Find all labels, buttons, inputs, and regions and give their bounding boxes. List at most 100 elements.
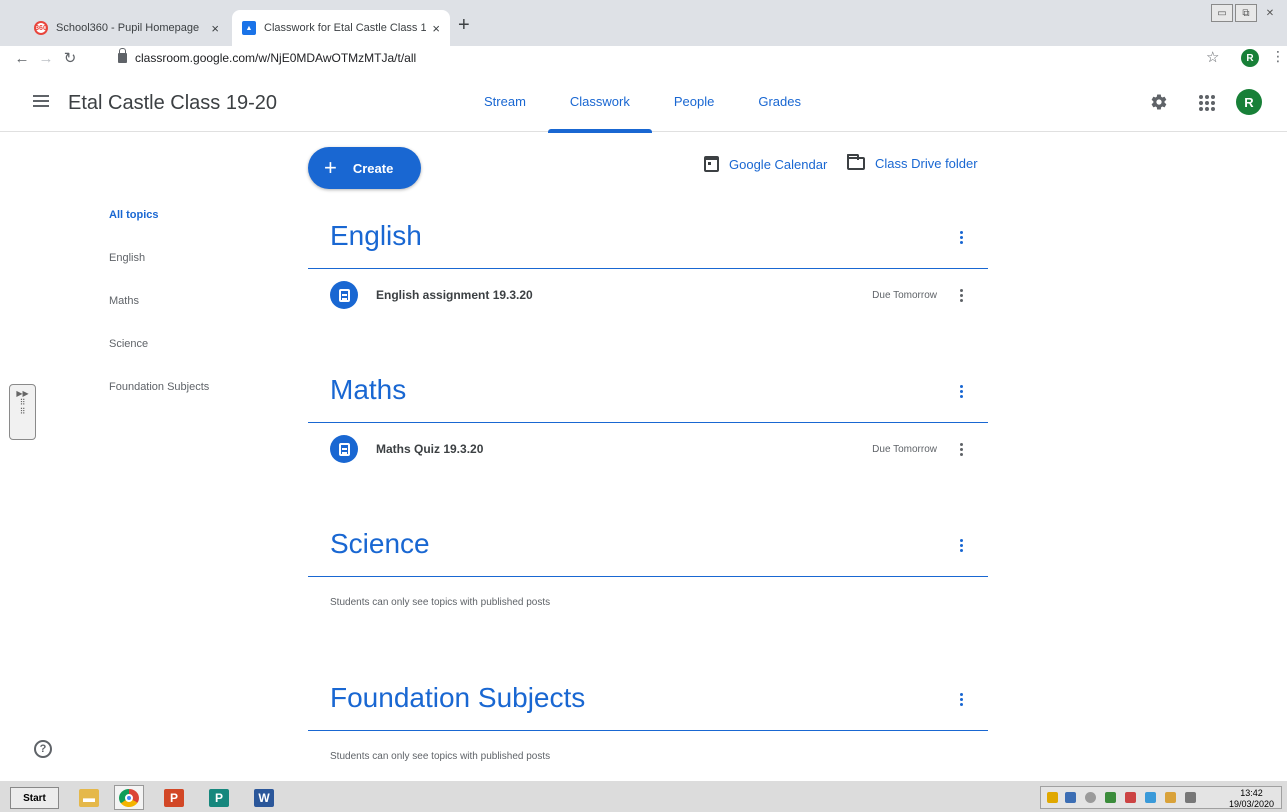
powerpoint-taskbar-icon[interactable]: P	[159, 785, 189, 810]
browser-profile-avatar[interactable]: R	[1241, 49, 1259, 67]
forward-arrow-icon[interactable]: →	[36, 50, 56, 67]
account-avatar[interactable]: R	[1236, 89, 1262, 115]
chrome-taskbar-icon[interactable]	[114, 785, 144, 810]
assignment-icon	[330, 281, 358, 309]
browser-tab-school360[interactable]: 360 School360 - Pupil Homepage ×	[24, 10, 229, 46]
windows-taskbar: Start ▬ P P W 13:42 19/03/2020	[0, 780, 1287, 812]
browser-tab-strip: 360 School360 - Pupil Homepage × ▲ Class…	[0, 0, 1287, 46]
word-taskbar-icon[interactable]: W	[249, 785, 279, 810]
assignment-row[interactable]: Maths Quiz 19.3.20 Due Tomorrow	[308, 423, 988, 479]
reload-icon[interactable]: ↻	[60, 49, 80, 67]
create-label: Create	[352, 160, 394, 176]
class-title[interactable]: Etal Castle Class 19-20	[68, 92, 277, 115]
topic-section-foundation: Foundation Subjects Students can only se…	[308, 670, 988, 762]
clock-date: 19/03/2020	[1229, 798, 1275, 809]
browser-menu-icon[interactable]: ⋮	[1271, 48, 1285, 65]
empty-topic-note: Students can only see topics with publis…	[330, 597, 551, 608]
volume-tray-icon[interactable]	[1085, 792, 1096, 803]
flag-tray-icon[interactable]	[1165, 792, 1176, 803]
topic-header: Foundation Subjects	[308, 670, 988, 731]
topic-link-all[interactable]: All topics	[109, 209, 209, 252]
display-tray-icon[interactable]	[1145, 792, 1156, 803]
topic-section-english: English English assignment 19.3.20 Due T…	[308, 208, 988, 325]
topic-more-icon[interactable]	[960, 693, 964, 706]
topic-more-icon[interactable]	[960, 539, 964, 552]
address-bar-row: ← → ↻ classroom.google.com/w/NjE0MDAwOTM…	[0, 46, 1287, 70]
bookmark-star-icon[interactable]: ☆	[1206, 48, 1219, 66]
due-date: Due Tomorrow	[872, 444, 937, 455]
topic-link-english[interactable]: English	[109, 252, 209, 295]
folder-icon	[847, 154, 865, 170]
calendar-icon	[704, 156, 719, 172]
back-arrow-icon[interactable]: ←	[12, 50, 32, 67]
assignment-title: Maths Quiz 19.3.20	[376, 442, 484, 456]
shield-tray-icon[interactable]	[1047, 792, 1058, 803]
topic-link-science[interactable]: Science	[109, 338, 209, 381]
tab-title: School360 - Pupil Homepage	[56, 22, 200, 34]
start-button[interactable]: Start	[10, 787, 59, 809]
classroom-header: Etal Castle Class 19-20 Stream Classwork…	[0, 70, 1287, 133]
topic-title: Science	[330, 528, 430, 559]
assignment-row[interactable]: English assignment 19.3.20 Due Tomorrow	[308, 269, 988, 325]
create-button[interactable]: + Create	[308, 147, 421, 189]
assignment-more-icon[interactable]	[960, 443, 964, 456]
restore-icon[interactable]: ⧉	[1235, 4, 1257, 22]
quiz-icon	[330, 435, 358, 463]
new-tab-button[interactable]: +	[458, 14, 470, 37]
school360-favicon-icon: 360	[34, 21, 48, 35]
network-tray-icon[interactable]	[1065, 792, 1076, 803]
plus-icon: +	[324, 155, 337, 180]
tab-classwork[interactable]: Classwork	[547, 70, 652, 133]
class-nav-tabs: Stream Classwork People Grades	[462, 70, 823, 133]
topic-header: Maths	[308, 362, 988, 423]
topic-link-foundation[interactable]: Foundation Subjects	[109, 381, 209, 424]
device-tray-icon[interactable]	[1185, 792, 1196, 803]
lock-icon	[118, 48, 127, 63]
tab-stream[interactable]: Stream	[462, 70, 548, 132]
classroom-favicon-icon: ▲	[242, 21, 256, 35]
topic-title: Maths	[330, 374, 407, 405]
publisher-taskbar-icon[interactable]: P	[204, 785, 234, 810]
topic-section-science: Science Students can only see topics wit…	[308, 516, 988, 608]
system-tray: 13:42 19/03/2020	[1040, 786, 1282, 809]
tab-grades[interactable]: Grades	[736, 70, 823, 132]
topic-header: English	[308, 208, 988, 269]
url-text: classroom.google.com/w/NjE0MDAwOTMzMTJa/…	[135, 51, 417, 65]
start-label: Start	[23, 792, 46, 804]
topic-title: English	[330, 220, 422, 251]
google-apps-icon[interactable]	[1199, 95, 1215, 111]
topic-link-maths[interactable]: Maths	[109, 295, 209, 338]
window-controls: ▭ ⧉ ✕	[1209, 4, 1281, 22]
assignment-title: English assignment 19.3.20	[376, 288, 533, 302]
topic-header: Science	[308, 516, 988, 577]
topic-more-icon[interactable]	[960, 385, 964, 398]
tool-tray-icon[interactable]	[1125, 792, 1136, 803]
settings-gear-icon[interactable]	[1150, 93, 1168, 111]
topic-title: Foundation Subjects	[330, 682, 586, 713]
minimize-icon[interactable]: ▭	[1211, 4, 1233, 22]
url-field[interactable]: classroom.google.com/w/NjE0MDAwOTMzMTJa/…	[88, 46, 1198, 70]
class-drive-folder-link[interactable]: Class Drive folder	[847, 154, 978, 171]
assignment-more-icon[interactable]	[960, 289, 964, 302]
topic-list: All topics English Maths Science Foundat…	[109, 209, 209, 424]
app-tray-icon[interactable]	[1105, 792, 1116, 803]
tab-close-icon[interactable]: ×	[211, 21, 219, 36]
file-explorer-taskbar-icon[interactable]: ▬	[74, 785, 104, 810]
google-calendar-link[interactable]: Google Calendar	[704, 156, 827, 172]
topic-more-icon[interactable]	[960, 231, 964, 244]
main-menu-icon[interactable]	[33, 95, 49, 107]
topic-section-maths: Maths Maths Quiz 19.3.20 Due Tomorrow	[308, 362, 988, 479]
system-clock[interactable]: 13:42 19/03/2020	[1229, 788, 1274, 810]
side-panel-handle[interactable]: ▶▶ ⠿ ⠿	[9, 384, 36, 440]
drive-label: Class Drive folder	[875, 156, 978, 171]
close-window-icon[interactable]: ✕	[1259, 4, 1281, 22]
due-date: Due Tomorrow	[872, 290, 937, 301]
tab-people[interactable]: People	[652, 70, 736, 132]
empty-topic-note: Students can only see topics with publis…	[330, 751, 551, 762]
help-icon[interactable]: ?	[34, 740, 52, 758]
tab-title: Classwork for Etal Castle Class 19-2	[264, 22, 427, 34]
tab-close-icon[interactable]: ×	[432, 21, 440, 36]
clock-time: 13:42	[1240, 788, 1263, 798]
calendar-label: Google Calendar	[729, 156, 828, 172]
browser-tab-classwork[interactable]: ▲ Classwork for Etal Castle Class 19-2 ×	[232, 10, 450, 46]
